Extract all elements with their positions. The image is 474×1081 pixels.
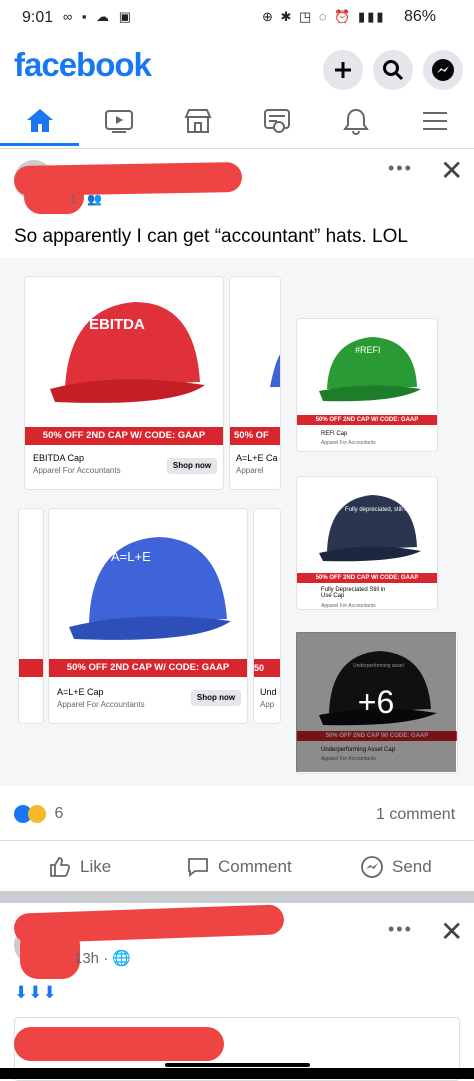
- product-title: Und: [260, 687, 277, 697]
- close-icon[interactable]: ✕: [440, 915, 463, 948]
- cap-text: A=L+E: [111, 549, 151, 564]
- product-card-ale[interactable]: A=L+E 50% OFF 2ND CAP W/ CODE: GAAP A=L+…: [48, 508, 248, 724]
- cap-text: Fully depreciated, still in use: [345, 507, 421, 513]
- promo-banner: 50% OFF 2ND CAP W/ CODE: GAAP: [49, 659, 247, 677]
- create-button[interactable]: [323, 50, 363, 90]
- status-bar: 9:01 ∞ ▪ ☁ ▣ ⊕ ✱ ◳ ◌ ⏰ ▮▮▮ 86%: [0, 0, 474, 36]
- red-cap-image: EBITDA: [50, 302, 205, 403]
- like-button[interactable]: Like: [48, 855, 111, 879]
- product-title: Fully Depreciated Still in Use Cap: [321, 587, 386, 599]
- product-card-partial-right[interactable]: 50 Und App: [253, 508, 281, 724]
- search-icon: [383, 60, 404, 81]
- comment-icon: [188, 858, 208, 877]
- cap-text: EBITDA: [89, 316, 145, 333]
- more-options-icon[interactable]: •••: [388, 158, 413, 179]
- product-subtitle: App: [260, 700, 275, 709]
- product-subtitle: Apparel For Accountants: [321, 440, 376, 446]
- promo-banner: 50% OFF 2ND CAP W/ CODE: GAAP: [297, 415, 437, 425]
- blue-cap-image: A=L+E: [69, 537, 231, 640]
- product-card-ebitda[interactable]: EBITDA 50% OFF 2ND CAP W/ CODE: GAAP EBI…: [24, 276, 224, 490]
- comment-button[interactable]: Comment: [186, 855, 292, 879]
- post-card: 13h · 🌐 ••• ✕ ⬇⬇⬇: [0, 903, 474, 1081]
- product-title: REFI Cap: [321, 431, 348, 437]
- thumbs-up-icon: [50, 857, 71, 877]
- status-left-icons: ∞ ▪ ☁ ▣: [63, 9, 134, 24]
- facebook-logo[interactable]: facebook: [14, 46, 152, 84]
- send-button[interactable]: Send: [360, 855, 432, 879]
- post-separator: [0, 891, 474, 903]
- messenger-button[interactable]: [423, 50, 463, 90]
- like-label: Like: [80, 857, 112, 876]
- redaction-mark: [14, 1027, 224, 1061]
- search-button[interactable]: [373, 50, 413, 90]
- post-text: So apparently I can get “accountant” hat…: [14, 226, 408, 247]
- tab-bar: [0, 96, 474, 149]
- menu-icon: [422, 112, 447, 130]
- shop-now-button[interactable]: Shop now: [167, 458, 217, 474]
- redaction-mark: [20, 927, 80, 979]
- marketplace-icon: [183, 109, 212, 133]
- tab-news[interactable]: [237, 96, 316, 146]
- home-icon: [26, 108, 53, 132]
- messenger-send-icon: [361, 856, 383, 878]
- app-header: facebook: [0, 38, 474, 94]
- emoji-badges: ⬇⬇⬇: [14, 983, 57, 1002]
- bell-icon: [342, 108, 369, 135]
- comment-count[interactable]: 1 comment: [376, 806, 455, 824]
- haha-reaction-icon: [28, 805, 46, 823]
- promo-banner: 50: [254, 659, 280, 677]
- product-title: EBITDA Cap: [33, 453, 85, 463]
- product-subtitle: Apparel For Accountants: [33, 466, 121, 475]
- battery-level: 86%: [404, 8, 437, 25]
- more-images-overlay[interactable]: +6: [296, 632, 456, 772]
- reaction-count: 6: [54, 805, 64, 823]
- comment-label: Comment: [218, 857, 292, 876]
- plus-icon: [335, 62, 351, 78]
- product-card-partial[interactable]: 50% OF A=L+E Ca Apparel: [229, 276, 281, 490]
- post-actions: Like Comment Send: [0, 840, 474, 891]
- post-meta: 13h · 🌐: [74, 950, 132, 967]
- cap-text: #REFI: [355, 345, 381, 355]
- product-subtitle: Apparel: [236, 466, 264, 475]
- tab-marketplace[interactable]: [158, 96, 237, 146]
- product-title: A=L+E Ca: [236, 453, 278, 463]
- status-time: 9:01: [22, 9, 54, 26]
- shop-now-button[interactable]: Shop now: [191, 690, 241, 706]
- watch-icon: [104, 110, 133, 133]
- system-nav-bar: [0, 1068, 474, 1079]
- product-card-partial-left[interactable]: [18, 508, 44, 724]
- promo-banner: 50% OF: [230, 427, 280, 445]
- status-right-icons: ⊕ ✱ ◳ ◌ ⏰ ▮▮▮: [262, 9, 386, 24]
- post-meta: 1 · 👥: [70, 192, 103, 206]
- product-card-depreciated[interactable]: Fully depreciated, still in use 50% OFF …: [296, 476, 438, 610]
- product-subtitle: Apparel For Accountants: [57, 700, 145, 709]
- send-label: Send: [392, 857, 432, 876]
- navy-cap-image: Fully depreciated, still in use: [319, 495, 421, 562]
- promo-banner-partial: [19, 659, 43, 677]
- tab-home[interactable]: [0, 96, 79, 146]
- home-indicator: [165, 1063, 310, 1067]
- news-icon: [263, 109, 290, 133]
- promo-banner: 50% OFF 2ND CAP W/ CODE: GAAP: [297, 573, 437, 583]
- promo-banner: 50% OFF 2ND CAP W/ CODE: GAAP: [25, 427, 223, 445]
- close-icon[interactable]: ✕: [440, 154, 463, 187]
- tab-menu[interactable]: [395, 96, 474, 146]
- more-options-icon[interactable]: •••: [388, 919, 413, 940]
- blue-cap-image-partial: [270, 354, 280, 387]
- product-subtitle: Apparel For Accountants: [321, 603, 376, 609]
- messenger-icon: [432, 59, 454, 81]
- tab-notifications[interactable]: [316, 96, 395, 146]
- green-cap-image: #REFI: [319, 337, 421, 402]
- product-card-refi[interactable]: #REFI 50% OFF 2ND CAP W/ CODE: GAAP REFI…: [296, 318, 438, 452]
- product-title: A=L+E Cap: [57, 687, 104, 697]
- tab-watch[interactable]: [79, 96, 158, 146]
- reaction-summary[interactable]: 6: [14, 805, 63, 823]
